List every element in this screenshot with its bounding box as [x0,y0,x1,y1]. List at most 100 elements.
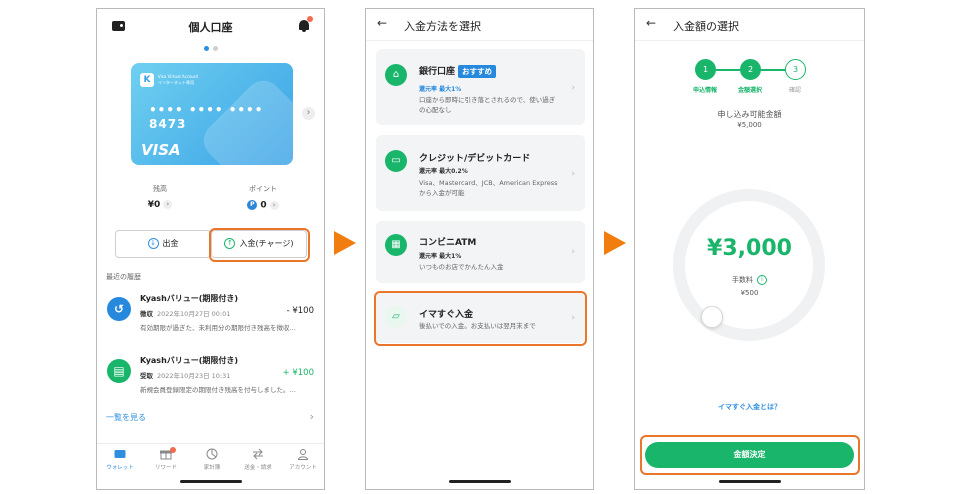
points-label: ポイント [249,185,277,193]
card-brand-text: Visa Virtual Account インターネット専用 [158,74,198,86]
balance-value[interactable]: ¥0 › [125,200,195,210]
points-badge-icon: P [247,200,258,210]
history-amount: - ¥100 [286,306,314,316]
chevron-right-icon[interactable]: › [310,410,314,423]
amount-dial[interactable] [673,189,825,341]
history-item[interactable]: ▤ Kyashバリュー(期限付き) 受取 2022年10月23日 10:31 + … [97,354,324,410]
method-title: コンビニATM [419,238,477,248]
method-title: クレジット/デビットカード [419,154,531,164]
amount-select-screen: ← 入金額の選択 1 2 3 申込情報 金額選択 確認 申し込み可能金額 ¥5,… [634,8,865,490]
available-amount-value: ¥5,000 [737,121,762,129]
method-credit-card[interactable]: ▭ クレジット/デビットカード 還元率 最大0.2% Visa、Masterca… [376,135,585,211]
recommended-badge: おすすめ [458,65,497,78]
home-indicator [718,480,781,483]
chevron-right-icon: › [163,200,173,209]
credit-card-icon: ▭ [385,150,407,172]
card-brand-line2: インターネット専用 [158,80,194,85]
bank-icon: ⌂ [385,64,407,86]
method-description: Visa、Mastercard、JCB、American Expressから入金… [419,179,558,197]
history-date: 2022年10月27日 00:01 [157,310,231,318]
tab-wallet[interactable]: ウォレット [97,448,143,471]
history-item[interactable]: ↺ Kyashバリュー(期限付き) 徴収 2022年10月27日 00:01 - … [97,292,324,348]
kyash-logo-icon: K [140,73,154,87]
chevron-right-icon: › [269,200,279,210]
dial-knob[interactable] [701,306,723,328]
visa-logo: VISA [141,141,181,159]
method-rate: 還元率 最大1% [419,253,462,260]
chevron-right-icon: › [571,247,575,257]
tab-label: アカウント [289,465,317,471]
balance-label: 残高 [153,185,167,193]
withdraw-button[interactable]: ↓ 出金 [115,230,211,258]
method-convenience-atm[interactable]: ▦ コンビニATM 還元率 最大1% いつものお店でかんたん入金 › [376,221,585,283]
person-icon [297,449,309,460]
tab-account[interactable]: アカウント [280,448,324,471]
screen-header: ← 入金額の選択 [635,9,864,41]
refresh-icon: ↺ [107,297,131,321]
history-description: 新規会員登録限定の期限付き残高を付与しました。… [140,386,296,394]
info-icon[interactable]: i [757,275,767,285]
points-amount: 0 [260,200,267,211]
method-description: 口座から即時に引き落とされるので、使い過ぎの心配なし [419,96,556,114]
receipt-icon: ▤ [107,359,131,383]
arrow-down-circle-icon: ↓ [147,238,159,249]
wallet-header: 個人口座 [97,9,324,45]
page-title: 入金方法を選択 [404,20,481,33]
selected-amount: ¥3,000 [707,236,792,261]
confirm-highlight [640,435,860,475]
history-title: Kyashバリュー(期限付き) [140,294,239,303]
history-date: 2022年10月23日 10:31 [157,372,231,380]
points-value[interactable]: P 0 › [228,200,298,211]
chevron-right-icon: › [571,83,575,93]
what-is-instant-charge-link[interactable]: イマすぐ入金とは？ [635,402,864,412]
history-kind: 徴収 [140,310,153,318]
method-bank-account[interactable]: ⌂ 銀行口座 おすすめ 還元率 最大1% 口座から即時に引き落とされるので、使い過… [376,49,585,125]
notification-badge [170,447,176,453]
withdraw-label: 出金 [162,239,179,248]
tab-budget[interactable]: 家計簿 [189,448,235,471]
back-arrow-icon[interactable]: ← [646,16,656,30]
atm-icon: ▦ [385,234,407,256]
tab-label: 送金・請求 [244,465,272,471]
step-1-label: 申込情報 [692,87,717,94]
chevron-right-icon[interactable]: › [302,107,315,120]
virtual-card[interactable]: K Visa Virtual Account インターネット専用 •••• ••… [131,63,293,165]
pie-icon [206,448,218,460]
see-all-link[interactable]: 一覧を見る [106,412,146,423]
fee-label-text: 手数料 [732,276,753,284]
history-kind: 受取 [140,372,153,380]
home-indicator [448,480,511,483]
step-connector [761,69,785,71]
back-arrow-icon[interactable]: ← [377,16,387,30]
tab-rewards[interactable]: リワード [143,447,189,471]
wallet-screen: 個人口座 K Visa Virtual Account インターネット専用 ••… [96,8,325,490]
flow-arrow-icon [604,231,626,255]
pager-dot-active[interactable] [203,46,209,51]
card-pager-dots [97,46,324,51]
step-3-circle: 3 [785,59,806,80]
progress-stepper: 1 2 3 申込情報 金額選択 確認 [635,59,864,99]
home-indicator [179,480,242,483]
available-amount-label: 申し込み可能金額 [717,110,782,119]
notification-badge [307,16,313,22]
screen-header: ← 入金方法を選択 [366,9,593,41]
method-rate: 還元率 最大1% [419,86,462,93]
method-title: 銀行口座 おすすめ [419,64,497,78]
notification-bell-icon[interactable] [298,16,313,32]
history-meta: 徴収 2022年10月27日 00:01 [140,308,230,318]
step-3-label: 確認 [788,87,801,94]
charge-highlight [209,228,310,262]
method-title-text: 銀行口座 [419,67,456,77]
tab-label: 家計簿 [203,465,221,471]
step-2-label: 金額選択 [737,87,762,94]
step-2-circle: 2 [740,59,761,80]
fee-label: 手数料 i [635,275,864,285]
step-connector [716,69,740,71]
instant-charge-highlight [374,291,587,346]
tab-transfer[interactable]: 送金・請求 [235,448,281,471]
tab-label: ウォレット [106,465,134,471]
bottom-tab-bar: ウォレット リワード 家計簿 送金・請求 アカウント [97,443,324,477]
transfer-icon [253,448,263,460]
pager-dot[interactable] [212,46,218,51]
history-meta: 受取 2022年10月23日 10:31 [140,370,230,380]
